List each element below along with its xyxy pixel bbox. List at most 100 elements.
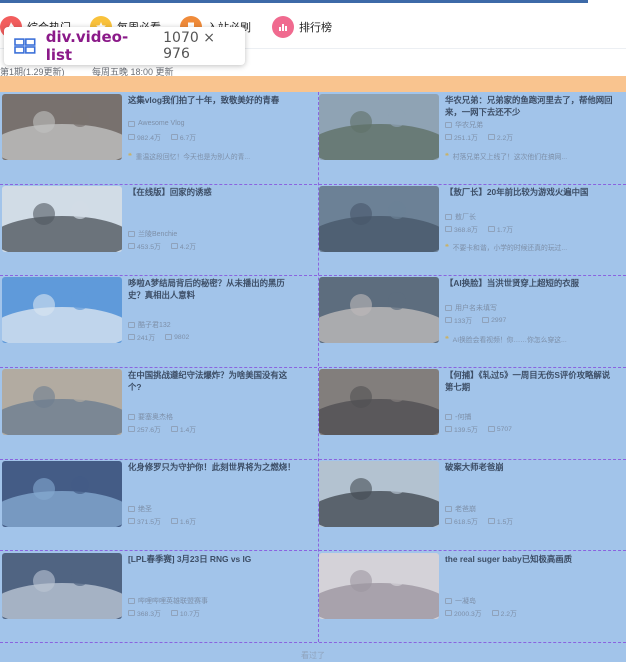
quote-icon: ❝ — [445, 152, 449, 160]
uploader-icon — [445, 505, 452, 512]
video-thumbnail[interactable] — [319, 277, 439, 344]
video-stats: 133万 2997 — [445, 315, 506, 325]
video-card[interactable]: 【在线版】回家的诱惑 兰陵Benchie 453.5万 4.2万 — [2, 184, 310, 270]
danmaku-icon — [482, 317, 490, 324]
video-title[interactable]: 破案大师老爸崩 — [445, 461, 615, 473]
load-more-link[interactable]: 看过了 — [0, 650, 626, 661]
video-thumbnail[interactable] — [2, 552, 122, 619]
chart-icon — [272, 16, 294, 38]
video-card[interactable]: 【何捕】《轧过5》一周目无伤S评价攻略解说 第七期 -何捕 139.5万 570… — [319, 367, 626, 453]
grid-divider — [0, 642, 626, 643]
danmaku-count: 9802 — [174, 333, 190, 341]
video-stats: 139.5万 5707 — [445, 424, 512, 434]
video-title[interactable]: 【敖厂长】20年前比较为游戏火遍中国 — [445, 186, 615, 198]
uploader[interactable]: Awesome Vlog — [128, 120, 185, 127]
nav-item-ranking[interactable]: 排行榜 — [272, 15, 332, 39]
video-thumbnail[interactable] — [319, 94, 439, 160]
danmaku-count: 1.5万 — [496, 518, 514, 526]
uploader-name: 一凝岛 — [455, 597, 476, 605]
video-thumbnail[interactable] — [2, 185, 122, 252]
video-card[interactable]: 这集vlog我们拍了十年，致敬美好的青春 Awesome Vlog 982.4万… — [2, 92, 310, 178]
view-count: 368.3万 — [137, 610, 161, 618]
video-stats: 618.5万 1.5万 — [445, 516, 513, 526]
uploader[interactable]: 敖厂长 — [445, 212, 476, 222]
grid-divider — [318, 92, 319, 642]
view-count: 257.6万 — [137, 427, 161, 435]
video-card[interactable]: 化身修罗只为守护你！此刻世界将为之燃烧！ 绝圣 371.5万 1.6万 — [2, 459, 310, 545]
uploader[interactable]: 要塞奥杰格 — [128, 412, 173, 422]
danmaku-count: 5707 — [496, 425, 512, 433]
play-count-icon — [128, 242, 135, 249]
video-thumbnail[interactable] — [2, 369, 122, 436]
danmaku-icon — [170, 517, 178, 524]
video-thumbnail[interactable] — [319, 552, 439, 619]
video-stats: 2000.3万 2.2万 — [445, 608, 517, 618]
uploader-name: Awesome Vlog — [138, 120, 185, 127]
video-title[interactable]: 华农兄弟：兄弟家的鱼跑河里去了，帮他网回来，一网下去还不少 — [445, 94, 615, 118]
video-thumbnail[interactable] — [2, 94, 122, 160]
video-stats: 251.1万 2.2万 — [445, 132, 513, 142]
video-title[interactable]: 【何捕】《轧过5》一周目无伤S评价攻略解说 第七期 — [445, 369, 615, 393]
video-card[interactable]: 【敖厂长】20年前比较为游戏火遍中国 敖厂长 368.8万 1.7万 ❝ 不要卡… — [319, 184, 626, 270]
uploader[interactable]: 兰陵Benchie — [128, 229, 177, 239]
video-card[interactable]: [LPL春季赛] 3月23日 RNG vs IG 哔哩哔哩英雄联盟赛事 368.… — [2, 551, 310, 637]
view-count: 982.4万 — [137, 135, 161, 142]
uploader-icon — [128, 505, 135, 512]
video-card[interactable]: 哆啦A梦结局背后的秘密？从未播出的黑历史？真相出人意料 酷子君132 241万 … — [2, 275, 310, 361]
recommend-text: 村落兄弟又上线了！这次他们在搞网... — [452, 153, 568, 161]
uploader[interactable]: 绝圣 — [128, 504, 152, 514]
danmaku-count: 2997 — [491, 316, 507, 324]
recommend-reason: ❝ 不要卡和谐，小学的时候还真的玩过... — [445, 241, 615, 254]
danmaku-icon — [170, 134, 178, 140]
video-thumbnail[interactable] — [319, 460, 439, 527]
uploader[interactable]: 酷子君132 — [128, 320, 171, 330]
danmaku-icon — [487, 134, 495, 140]
video-card[interactable]: 在中国挑战遵纪守法爆炸？为啥美国没有这个? 要塞奥杰格 257.6万 1.4万 — [2, 367, 310, 453]
uploader-icon — [445, 122, 452, 128]
view-count: 139.5万 — [454, 427, 478, 435]
uploader-name: 兰陵Benchie — [138, 230, 178, 238]
play-count-icon — [445, 609, 452, 616]
uploader[interactable]: 用户名未填写 — [445, 303, 497, 313]
uploader[interactable]: 哔哩哔哩英雄联盟赛事 — [128, 596, 208, 606]
layout-grid-icon — [14, 38, 36, 54]
video-title[interactable]: 【AI换脸】当洪世贤穿上超短的衣服 — [445, 277, 615, 289]
video-thumbnail[interactable] — [2, 277, 122, 344]
view-count: 371.5万 — [137, 518, 161, 526]
play-count-icon — [128, 334, 135, 341]
video-stats: 982.4万 6.7万 — [128, 132, 196, 142]
danmaku-icon — [487, 426, 495, 433]
video-title[interactable]: 这集vlog我们拍了十年，致敬美好的青春 — [128, 94, 298, 106]
quote-icon: ❝ — [445, 244, 449, 252]
video-card[interactable]: 华农兄弟：兄弟家的鱼跑河里去了，帮他网回来，一网下去还不少 华农兄弟 251.1… — [319, 92, 626, 178]
play-count-icon — [128, 517, 135, 524]
video-title[interactable]: 哆啦A梦结局背后的秘密？从未播出的黑历史？真相出人意料 — [128, 277, 298, 301]
video-thumbnail[interactable] — [2, 460, 122, 527]
video-stats: 257.6万 1.4万 — [128, 424, 196, 434]
video-card[interactable]: 破案大师老爸崩 老爸崩 618.5万 1.5万 — [319, 459, 626, 545]
danmaku-icon — [491, 609, 499, 616]
uploader[interactable]: 华农兄弟 — [445, 120, 483, 130]
quote-icon: ❝ — [128, 152, 132, 160]
video-title[interactable]: 【在线版】回家的诱惑 — [128, 186, 298, 198]
uploader[interactable]: 老爸崩 — [445, 504, 476, 514]
view-count: 251.1万 — [454, 135, 478, 142]
uploader[interactable]: -何捕 — [445, 412, 471, 422]
video-title[interactable]: 化身修罗只为守护你！此刻世界将为之燃烧！ — [128, 461, 298, 473]
video-title[interactable]: 在中国挑战遵纪守法爆炸？为啥美国没有这个? — [128, 369, 298, 393]
uploader[interactable]: 一凝岛 — [445, 596, 476, 606]
video-title[interactable]: [LPL春季赛] 3月23日 RNG vs IG — [128, 553, 298, 565]
video-thumbnail[interactable] — [319, 185, 439, 252]
uploader-name: 华农兄弟 — [455, 122, 483, 129]
play-count-icon — [128, 609, 135, 616]
uploader-icon — [128, 120, 135, 127]
video-thumbnail[interactable] — [319, 369, 439, 436]
video-title[interactable]: the real suger baby已知极高画质 — [445, 553, 615, 565]
margin-highlight — [0, 76, 626, 92]
uploader-icon — [128, 322, 135, 329]
video-card[interactable]: 【AI换脸】当洪世贤穿上超短的衣服 用户名未填写 133万 2997 ❝ AI换… — [319, 275, 626, 361]
recommend-reason: ❝ AI换脸会看视频！你……你怎么穿这... — [445, 332, 615, 345]
danmaku-count: 2.2万 — [496, 135, 514, 142]
play-count-icon — [128, 426, 135, 433]
video-card[interactable]: the real suger baby已知极高画质 一凝岛 2000.3万 2.… — [319, 551, 626, 637]
